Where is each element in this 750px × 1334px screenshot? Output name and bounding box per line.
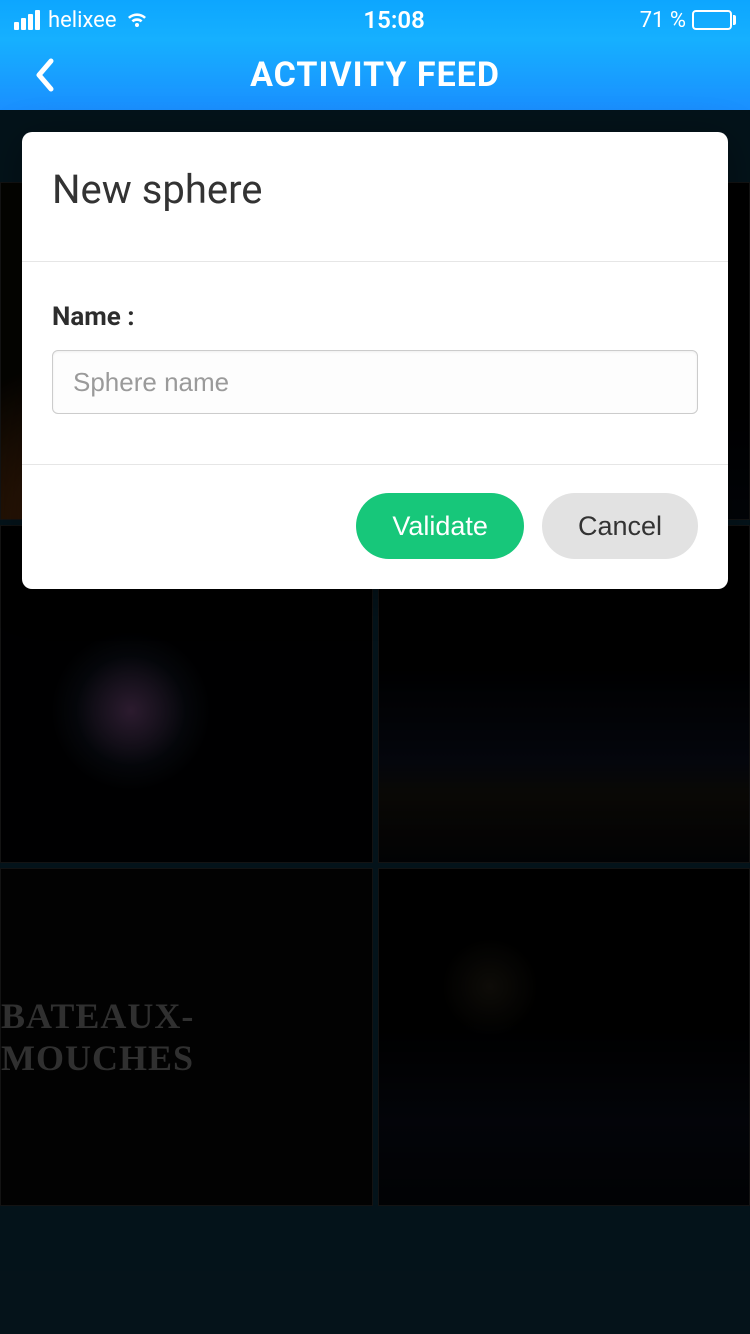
status-right: 71 %: [640, 8, 736, 33]
signal-icon: [14, 10, 40, 30]
name-field-label: Name :: [52, 302, 698, 332]
wifi-icon: [125, 11, 149, 29]
new-sphere-modal: New sphere Name : Validate Cancel: [22, 132, 728, 589]
status-bar: helixee 15:08 71 %: [0, 0, 750, 40]
modal-title: New sphere: [52, 166, 698, 213]
cancel-button[interactable]: Cancel: [542, 493, 698, 559]
modal-footer: Validate Cancel: [22, 465, 728, 589]
status-left: helixee: [14, 8, 149, 33]
page-title: ACTIVITY FEED: [250, 55, 500, 95]
nav-bar: ACTIVITY FEED: [0, 40, 750, 110]
chevron-left-icon: [33, 57, 55, 93]
validate-button[interactable]: Validate: [356, 493, 524, 559]
status-time: 15:08: [149, 6, 640, 34]
battery-percent-label: 71 %: [640, 8, 686, 33]
sphere-name-input[interactable]: [52, 350, 698, 414]
back-button[interactable]: [22, 53, 66, 97]
battery-icon: [692, 10, 736, 30]
modal-body: Name :: [22, 262, 728, 465]
carrier-label: helixee: [48, 8, 117, 33]
modal-header: New sphere: [22, 132, 728, 262]
